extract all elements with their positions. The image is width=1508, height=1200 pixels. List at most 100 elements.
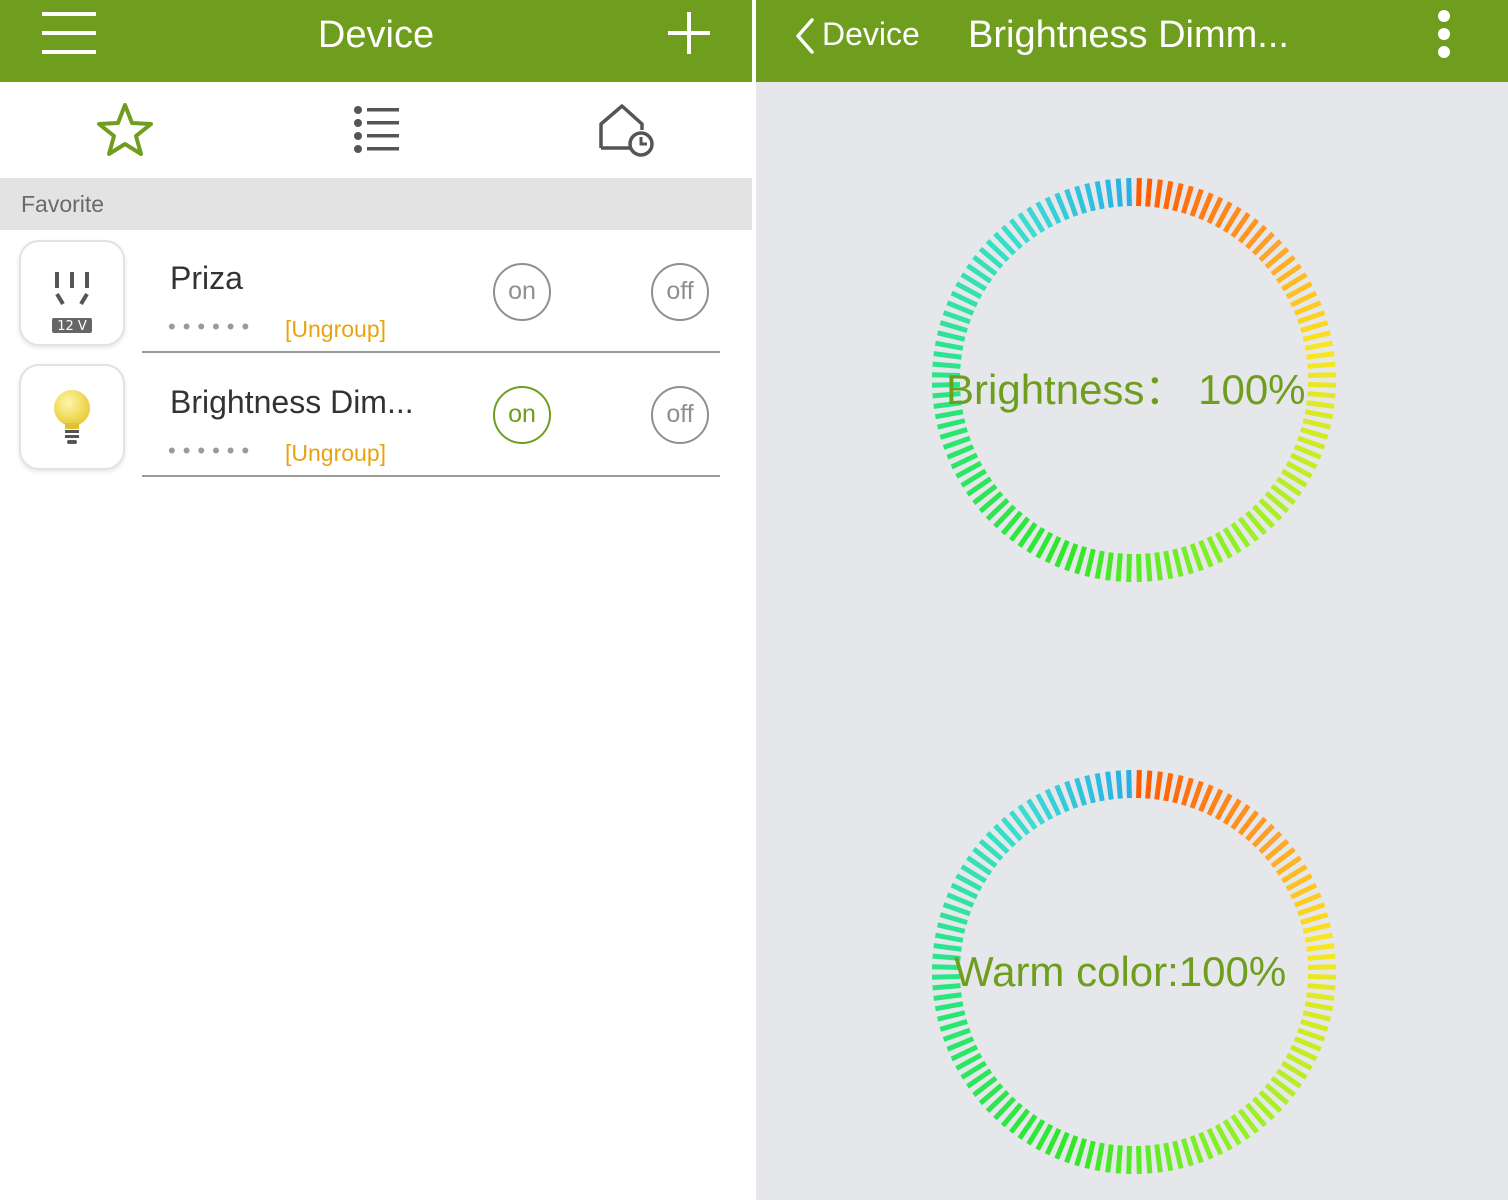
- ring-segment: [934, 932, 964, 943]
- add-device-button[interactable]: [666, 10, 712, 56]
- ring-segment: [1074, 185, 1087, 214]
- ring-segment: [1198, 784, 1214, 813]
- more-options-button[interactable]: [1430, 8, 1458, 60]
- ring-segment: [1189, 1135, 1204, 1164]
- ring-segment: [936, 1010, 966, 1022]
- device-row[interactable]: Brightness Dim... •••••• [Ungroup] on of…: [0, 354, 752, 478]
- ring-segment: [1198, 192, 1214, 221]
- ring-segment: [1189, 543, 1204, 572]
- ring-segment: [1304, 340, 1334, 351]
- ring-segment: [1300, 1019, 1329, 1032]
- ring-segment: [942, 1027, 971, 1042]
- ring-segment: [1115, 770, 1123, 799]
- off-button[interactable]: off: [651, 386, 709, 444]
- ring-segment: [1154, 552, 1163, 581]
- voltage-badge: 12 V: [57, 319, 87, 334]
- tab-favorite[interactable]: [0, 82, 250, 178]
- back-button[interactable]: Device: [794, 12, 924, 58]
- ring-segment: [939, 427, 968, 440]
- ring-segment: [1136, 553, 1142, 582]
- on-button[interactable]: on: [493, 263, 551, 321]
- ring-segment: [1154, 1144, 1163, 1173]
- ring-segment: [1145, 178, 1153, 207]
- ring-segment: [1306, 400, 1335, 409]
- light-bulb-icon: [54, 390, 90, 444]
- ring-segment: [1084, 182, 1096, 212]
- ring-segment: [1300, 427, 1329, 440]
- ring-segment: [1297, 1027, 1326, 1042]
- ring-segment: [1105, 1144, 1114, 1173]
- ring-segment: [946, 300, 975, 316]
- device-title: Brightness Dimm...: [968, 14, 1289, 56]
- tab-list[interactable]: [251, 82, 501, 178]
- ring-segment: [1074, 546, 1087, 575]
- ring-segment: [1300, 320, 1329, 333]
- ring-segment: [1094, 772, 1105, 802]
- brightness-label: Brightness： 100%: [946, 366, 1306, 413]
- device-status-dots: ••••••: [168, 438, 257, 463]
- ring-segment: [1054, 784, 1070, 813]
- device-detail-screen: Device Brightness Dimm... Brightness： 10…: [756, 0, 1508, 1200]
- ring-segment: [1115, 553, 1123, 582]
- ring-segment: [1293, 892, 1322, 908]
- off-button[interactable]: off: [651, 263, 709, 321]
- ring-segment: [1297, 310, 1326, 325]
- home-schedule-icon: [599, 104, 654, 157]
- ring-segment: [1084, 1140, 1096, 1170]
- ring-segment: [1297, 435, 1326, 450]
- device-row[interactable]: 12 V Priza •••••• [Ungroup] on off: [0, 230, 752, 354]
- ring-segment: [936, 330, 966, 342]
- ring-segment: [1154, 771, 1163, 800]
- ring-segment: [942, 435, 971, 450]
- ring-segment: [1302, 922, 1332, 934]
- device-group: [Ungroup]: [285, 440, 387, 466]
- tab-scene[interactable]: [502, 82, 752, 178]
- ring-segment: [1302, 418, 1332, 430]
- ring-segment: [1163, 550, 1174, 580]
- ring-segment: [1293, 444, 1322, 460]
- ring-segment: [1094, 550, 1105, 580]
- ring-segment: [1126, 770, 1132, 799]
- ring-segment: [1064, 188, 1079, 217]
- ring-segment: [1163, 180, 1174, 210]
- ring-segment: [939, 912, 968, 925]
- ring-segment: [1307, 964, 1336, 970]
- device-name: Brightness Dim...: [170, 384, 414, 420]
- ring-segment: [1181, 1138, 1194, 1167]
- ring-segment: [1136, 770, 1142, 799]
- ring-segment: [939, 1019, 968, 1032]
- ring-segment: [1084, 774, 1096, 804]
- right-app-bar: Device Brightness Dimm...: [756, 0, 1508, 82]
- ring-segment: [1307, 983, 1336, 991]
- ring-segment: [1198, 539, 1214, 568]
- ring-segment: [1297, 902, 1326, 917]
- ring-segment: [1054, 539, 1070, 568]
- more-vertical-icon: [1438, 10, 1450, 58]
- on-button[interactable]: on: [493, 386, 551, 444]
- ring-segment: [1074, 1138, 1087, 1167]
- ring-segment: [1306, 992, 1335, 1001]
- ring-segment: [1307, 361, 1336, 369]
- ring-segment: [1293, 1036, 1322, 1052]
- ring-segment: [1307, 953, 1336, 961]
- ring-segment: [1094, 180, 1105, 210]
- ring-segment: [1307, 372, 1336, 378]
- ring-segment: [946, 444, 975, 460]
- ring-segment: [1307, 974, 1336, 980]
- ring-segment: [1189, 780, 1204, 809]
- ring-segment: [1115, 1145, 1123, 1174]
- ring-segment: [1105, 771, 1114, 800]
- ring-segment: [1172, 774, 1184, 804]
- page-title: Device: [317, 14, 435, 56]
- ring-segment: [1300, 912, 1329, 925]
- section-title: Favorite: [21, 191, 105, 217]
- ring-segment: [1105, 179, 1114, 208]
- plus-icon: [668, 12, 710, 54]
- ring-segment: [1307, 382, 1336, 388]
- device-icon-tile: 12 V: [19, 240, 125, 346]
- chevron-left-icon: [796, 18, 814, 54]
- ring-segment: [942, 902, 971, 917]
- row-divider: [142, 475, 720, 477]
- tab-bar: [0, 82, 752, 178]
- device-status-dots: ••••••: [168, 314, 257, 339]
